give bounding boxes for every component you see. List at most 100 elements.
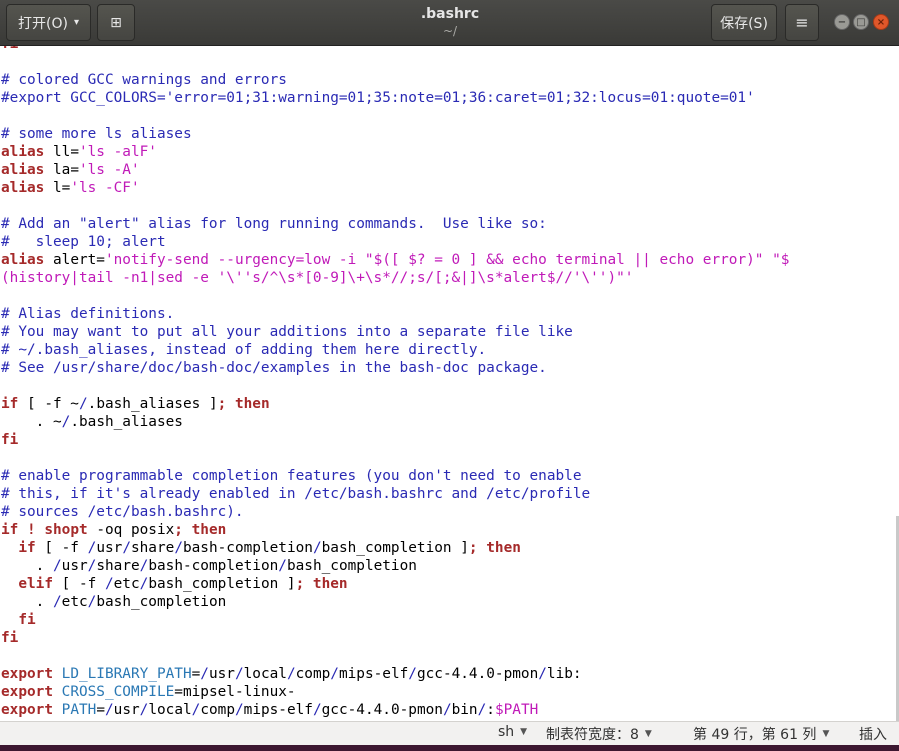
text-token: . (1, 558, 53, 574)
text-token: -oq posix (87, 522, 175, 538)
code-line: . ~/.bash_aliases (1, 413, 789, 431)
text-token: comp (200, 702, 235, 718)
code-line: fi (1, 431, 789, 449)
language-label: sh (498, 724, 515, 740)
text-token: usr (96, 540, 123, 556)
text-token: usr (61, 558, 88, 574)
variable-token: LD_LIBRARY_PATH (61, 666, 192, 682)
code-line: . /usr/share/bash-completion/bash_comple… (1, 557, 789, 575)
comment-token: # this, if it's already enabled in /etc/… (1, 486, 591, 502)
text-token: usr (113, 702, 140, 718)
insert-mode-indicator[interactable]: 插入 (859, 724, 887, 744)
code-line: export PATH=/usr/local/comp/mips-elf/gcc… (1, 701, 789, 719)
code-line: alias la='ls -A' (1, 161, 789, 179)
keyword-token: ; then (468, 540, 521, 556)
text-token: local (148, 702, 192, 718)
tab-width-selector[interactable]: 制表符宽度：8 ▼ (546, 724, 652, 744)
text-token: [ -f (52, 576, 105, 592)
path-separator-token: / (312, 540, 322, 556)
maximize-icon[interactable]: □ (853, 14, 869, 30)
language-selector[interactable]: sh ▼ (498, 724, 527, 740)
keyword-token: export (1, 684, 53, 700)
code-line: elif [ -f /etc/bash_completion ]; then (1, 575, 789, 593)
string-token: 'notify-send --urgency=low -i "$([ $? = … (104, 252, 790, 268)
code-line: if [ -f /usr/share/bash-completion/bash_… (1, 539, 789, 557)
desktop-strip (0, 745, 899, 751)
text-editor-area[interactable]: fi​# colored GCC warnings and errors#exp… (0, 46, 899, 721)
code-line: ​ (1, 377, 789, 395)
keyword-token: fi (1, 46, 18, 52)
code-content[interactable]: fi​# colored GCC warnings and errors#exp… (1, 46, 789, 719)
code-line: fi (1, 611, 789, 629)
dropdown-arrow-icon: ▼ (822, 729, 830, 739)
text-token: bash-completion (182, 540, 313, 556)
text-token: lib: (546, 666, 582, 682)
text-token: gcc-4.4.0-pmon (416, 666, 539, 682)
save-button[interactable]: 保存(S) (711, 4, 777, 41)
variable-token: PATH (61, 702, 97, 718)
close-icon[interactable]: × (873, 14, 889, 30)
keyword-token: alias (1, 144, 45, 160)
code-line: # Alias definitions. (1, 305, 789, 323)
path-separator-token: / (234, 702, 244, 718)
window-title: .bashrc (420, 6, 480, 22)
comment-token: # Alias definitions. (1, 306, 175, 322)
code-line: ​ (1, 53, 789, 71)
code-line: export CROSS_COMPILE=mipsel-linux- (1, 683, 789, 701)
open-button[interactable]: 打开(O) ▾ (6, 4, 91, 41)
comment-token: # Add an "alert" alias for long running … (1, 216, 547, 232)
text-token: bash_completion (286, 558, 417, 574)
code-line: fi (1, 629, 789, 647)
open-button-label: 打开(O) (18, 15, 68, 32)
string-token: 'ls -CF' (70, 180, 140, 196)
path-separator-token: / (330, 666, 339, 682)
path-separator-token: / (442, 702, 452, 718)
keyword-token: ; then (174, 522, 227, 538)
new-document-button[interactable]: ⊞ (97, 4, 135, 41)
text-token: bash_completion ] (321, 540, 469, 556)
path-separator-token: / (52, 594, 62, 610)
code-line: (history|tail -n1|sed -e '\''s/^\s*[0-9]… (1, 269, 789, 287)
hamburger-menu-button[interactable]: ≡ (785, 4, 819, 41)
text-token: = (96, 702, 105, 718)
text-token: bash_completion ] (148, 576, 296, 592)
window-subtitle: ~/ (442, 24, 458, 38)
text-token: bin (451, 702, 478, 718)
path-separator-token: / (104, 576, 114, 592)
keyword-token: if (1, 522, 19, 538)
keyword-token: alias (1, 162, 45, 178)
keyword-token: alias (1, 180, 45, 196)
path-separator-token: / (408, 666, 417, 682)
path-separator-token: / (312, 702, 322, 718)
keyword-token: if (1, 396, 19, 412)
dropdown-arrow-icon: ▼ (644, 729, 652, 739)
keyword-token: export (1, 666, 53, 682)
path-separator-token: / (234, 666, 244, 682)
code-line: # You may want to put all your additions… (1, 323, 789, 341)
code-line: # enable programmable completion feature… (1, 467, 789, 485)
code-line: # ~/.bash_aliases, instead of adding the… (1, 341, 789, 359)
code-line: ​ (1, 647, 789, 665)
code-line: alias l='ls -CF' (1, 179, 789, 197)
path-separator-token: / (52, 558, 62, 574)
code-line: # Add an "alert" alias for long running … (1, 215, 789, 233)
text-token: comp (295, 666, 331, 682)
text-token: .bash_aliases ] (87, 396, 218, 412)
keyword-token: ! shopt (27, 522, 88, 538)
string-token: (history|tail -n1|sed -e '\''s/^\s*[0-9]… (1, 270, 634, 286)
text-token: : (486, 702, 495, 718)
cursor-position-label: 第 49 行，第 61 列 (693, 727, 817, 743)
keyword-token: if (18, 540, 36, 556)
code-line: ​ (1, 287, 789, 305)
minimize-icon[interactable]: − (834, 14, 850, 30)
code-line: # See /usr/share/doc/bash-doc/examples i… (1, 359, 789, 377)
cursor-position-selector[interactable]: 第 49 行，第 61 列 ▼ (693, 724, 829, 744)
text-token: l= (44, 180, 71, 196)
text-token: . ~ (1, 414, 62, 430)
keyword-token: export (1, 702, 53, 718)
